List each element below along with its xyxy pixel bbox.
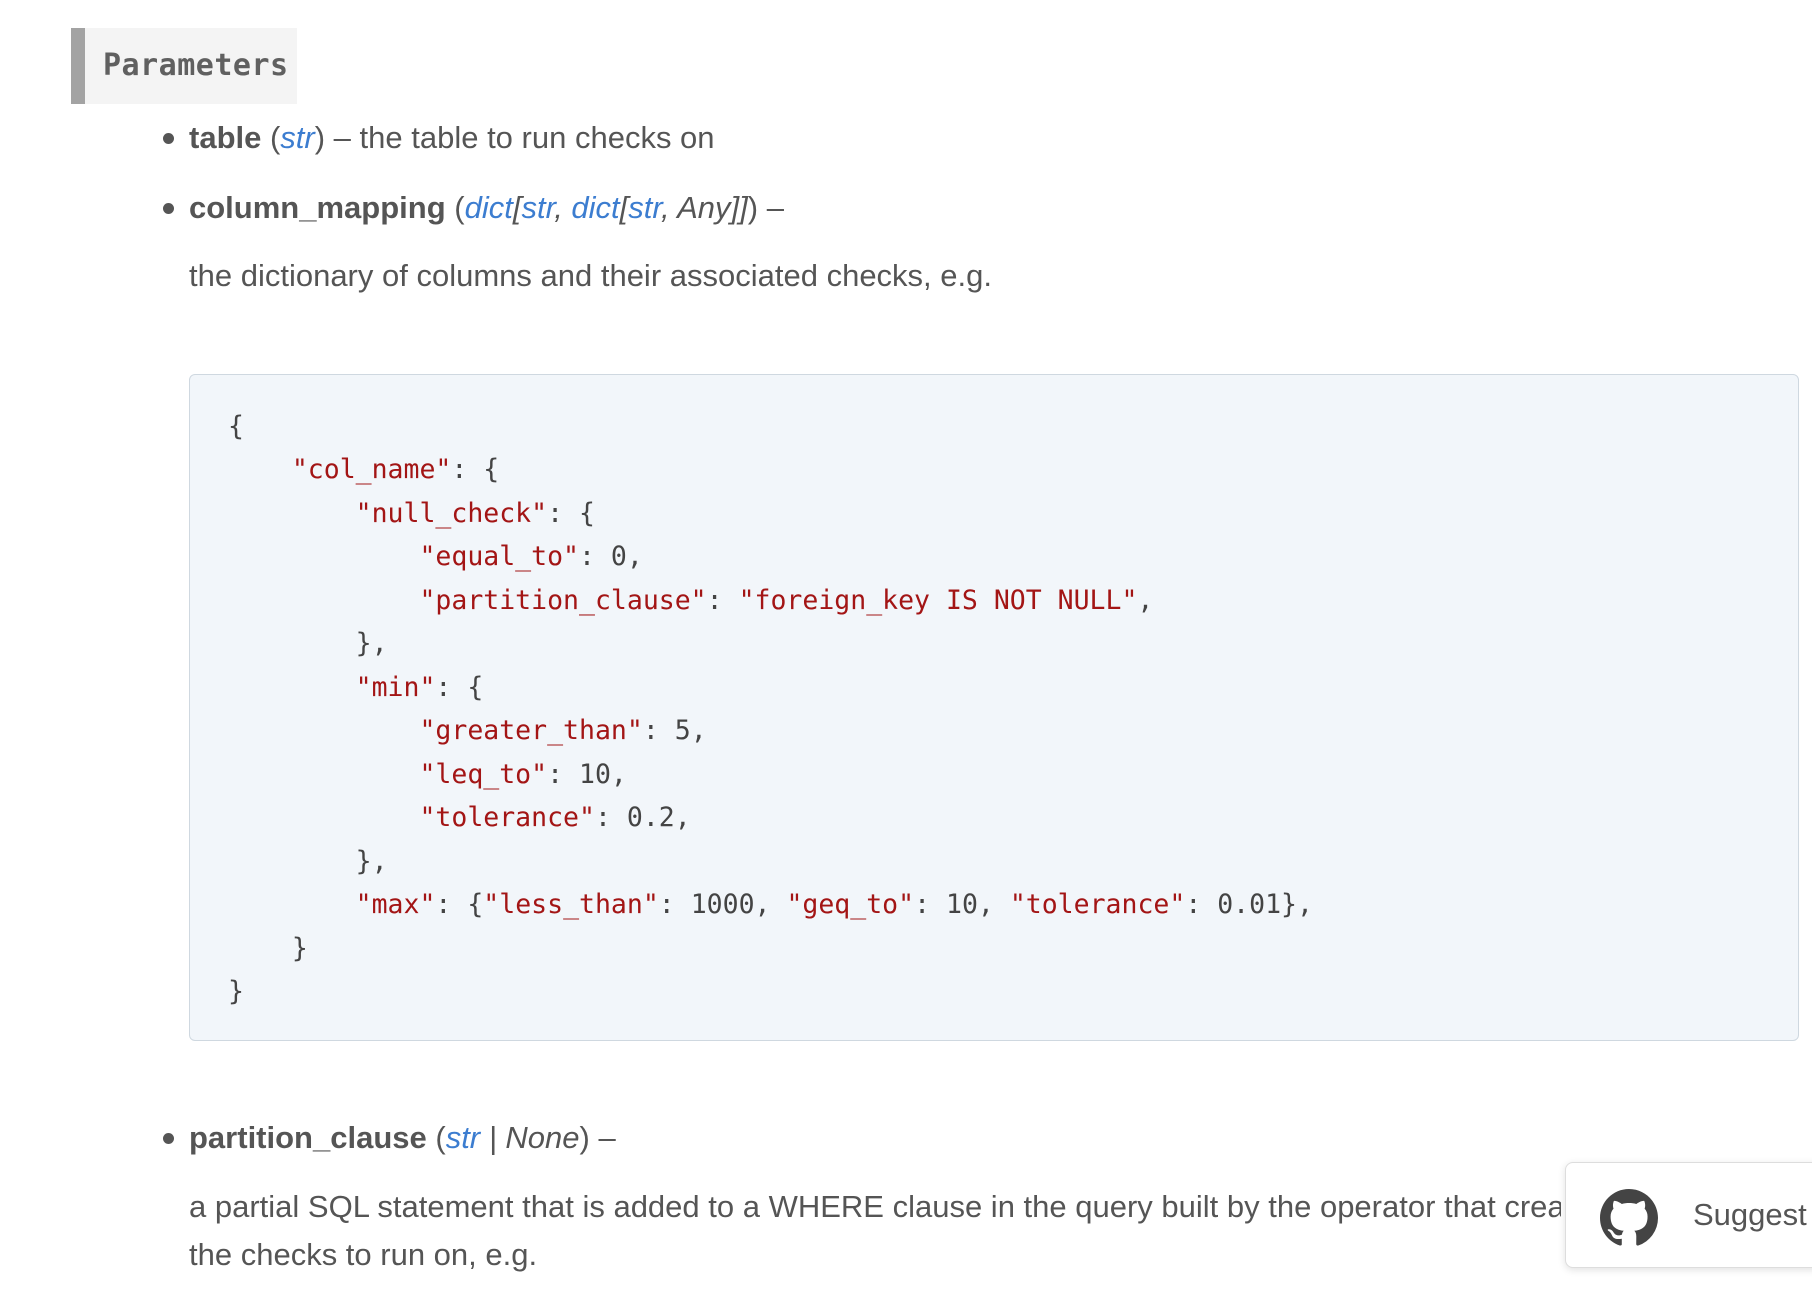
code-line: "col_name": { [291,454,500,485]
code-line: "null_check": { [355,498,595,529]
pipe: | [480,1120,506,1155]
type-link-str[interactable]: str [446,1120,480,1155]
code-line: } [228,976,244,1007]
param-name-table: table [189,120,262,155]
bullet-column-mapping [163,203,174,214]
paren-open: ( [426,1120,446,1155]
type-link-str[interactable]: str [628,190,661,225]
type-link-dict[interactable]: dict [571,190,619,225]
code-line: "greater_than": 5, [419,715,707,746]
code-line: "max": {"less_than": 1000, "geq_to": 10,… [355,889,1313,920]
param-desc-column-mapping: the dictionary of columns and their asso… [189,258,992,293]
suggest-edit-button[interactable]: Suggest a [1565,1162,1812,1268]
type-link-dict[interactable]: dict [465,190,513,225]
code-line: }, [228,846,388,877]
bracket-close: ]] [730,190,748,225]
code-line: "equal_to": 0, [419,541,643,572]
paren-close: ) [579,1120,590,1155]
param-column-mapping: column_mapping (dict[str, dict[str, Any]… [189,188,784,228]
dash: – [325,120,360,155]
bracket-open: [ [619,190,629,225]
bullet-table [163,133,174,144]
code-line: } [228,933,308,964]
parameters-heading: Parameters [71,28,297,104]
bullet-partition-clause [163,1133,174,1144]
type-link-str[interactable]: str [521,190,554,225]
suggest-edit-label: Suggest a [1693,1197,1812,1232]
paren-close: ) [314,120,326,155]
param-desc-partition-clause-line1: a partial SQL statement that is added to… [189,1189,1561,1224]
param-desc-table: the table to run checks on [359,120,715,155]
comma: , [554,190,572,225]
dash: – [758,190,784,225]
paren-close: ) [747,190,759,225]
code-line: "tolerance": 0.2, [419,802,691,833]
code-line: }, [228,628,388,659]
parameters-heading-text: Parameters [103,48,289,83]
param-name-partition-clause: partition_clause [189,1120,427,1155]
code-line: { [228,411,244,442]
type-none: None [505,1120,580,1155]
dash: – [589,1120,616,1155]
param-table: table (str) – the table to run checks on [189,118,715,158]
comma: , [661,190,678,225]
param-desc-partition-clause-line2: the checks to run on, e.g. [189,1237,538,1272]
param-name-column-mapping: column_mapping [189,190,446,225]
param-partition-clause: partition_clause (str | None) – [189,1118,616,1158]
github-icon [1600,1189,1658,1246]
type-link-str[interactable]: str [280,120,314,155]
paren-open: ( [445,190,465,225]
code-line: "min": { [355,672,484,703]
type-any: Any [677,190,731,225]
paren-open: ( [261,120,281,155]
code-line: "leq_to": 10, [419,759,627,790]
code-line: "partition_clause": "foreign_key IS NOT … [419,585,1154,616]
code-block: { "col_name": { "null_check": { "equal_t… [189,374,1799,1041]
